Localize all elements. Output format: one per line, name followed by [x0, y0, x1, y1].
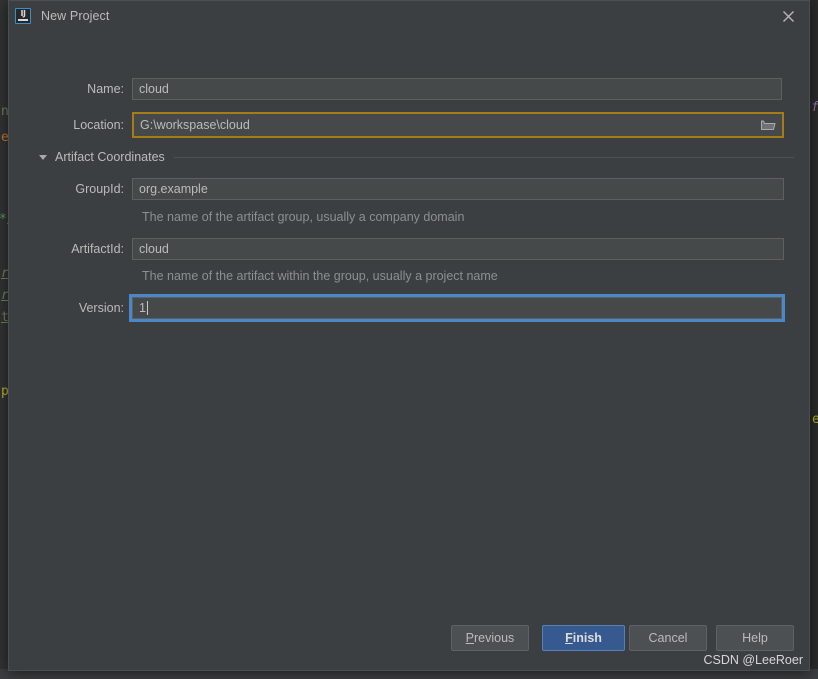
field-row-version: Version: 1 — [27, 294, 787, 322]
folder-open-icon[interactable] — [761, 119, 776, 132]
group-id-label: GroupId: — [75, 182, 124, 196]
code-fragment: f — [811, 100, 818, 115]
cancel-button-label: Cancel — [648, 631, 688, 645]
artifact-coordinates-section-header[interactable]: Artifact Coordinates — [39, 150, 794, 164]
location-input[interactable]: G:\workspase\cloud — [132, 112, 784, 138]
field-row-group-id: GroupId: org.example — [27, 178, 787, 200]
artifact-id-input[interactable]: cloud — [132, 238, 784, 260]
group-id-input[interactable]: org.example — [132, 178, 784, 200]
section-divider — [173, 156, 794, 158]
cancel-button[interactable]: Cancel — [629, 625, 707, 651]
intellij-idea-icon: IJ — [15, 8, 31, 24]
chevron-down-icon[interactable] — [39, 154, 47, 160]
artifact-id-hint: The name of the artifact within the grou… — [142, 269, 498, 283]
name-input[interactable]: cloud — [132, 78, 782, 100]
editor-gutter — [0, 0, 8, 679]
watermark: CSDN @LeeRoer — [703, 653, 803, 667]
previous-button[interactable]: Previous — [451, 625, 529, 651]
dialog-titlebar: IJ New Project — [9, 1, 809, 31]
version-input[interactable]: 1 — [129, 294, 785, 322]
finish-button[interactable]: Finish — [542, 625, 625, 651]
close-icon[interactable] — [767, 1, 809, 31]
artifact-coordinates-label: Artifact Coordinates — [55, 150, 165, 164]
group-id-input-value: org.example — [139, 182, 208, 196]
field-row-artifact-id: ArtifactId: cloud — [27, 238, 787, 260]
version-input-value: 1 — [139, 301, 146, 315]
dialog-footer: Previous Finish Cancel Help CSDN @LeeRoe… — [9, 610, 809, 670]
location-input-value: G:\workspase\cloud — [140, 118, 250, 132]
artifact-id-label: ArtifactId: — [71, 242, 124, 256]
previous-button-label: Previous — [465, 631, 515, 645]
group-id-hint: The name of the artifact group, usually … — [142, 210, 465, 224]
field-row-location: Location: G:\workspase\cloud — [27, 112, 787, 138]
new-project-dialog: IJ New Project Name: cloud Location: G:\… — [8, 0, 810, 671]
finish-button-label: Finish — [565, 631, 602, 645]
artifact-id-input-value: cloud — [139, 242, 169, 256]
version-label: Version: — [78, 301, 124, 315]
help-button[interactable]: Help — [716, 625, 794, 651]
code-fragment: e — [812, 412, 818, 427]
location-label: Location: — [73, 118, 124, 132]
text-caret — [146, 301, 148, 315]
field-row-name: Name: cloud — [27, 78, 787, 100]
dialog-title: New Project — [41, 9, 110, 23]
dialog-body: Name: cloud Location: G:\workspase\cloud… — [9, 31, 809, 631]
name-input-value: cloud — [139, 82, 169, 96]
name-label: Name: — [87, 82, 124, 96]
help-button-label: Help — [742, 631, 768, 645]
